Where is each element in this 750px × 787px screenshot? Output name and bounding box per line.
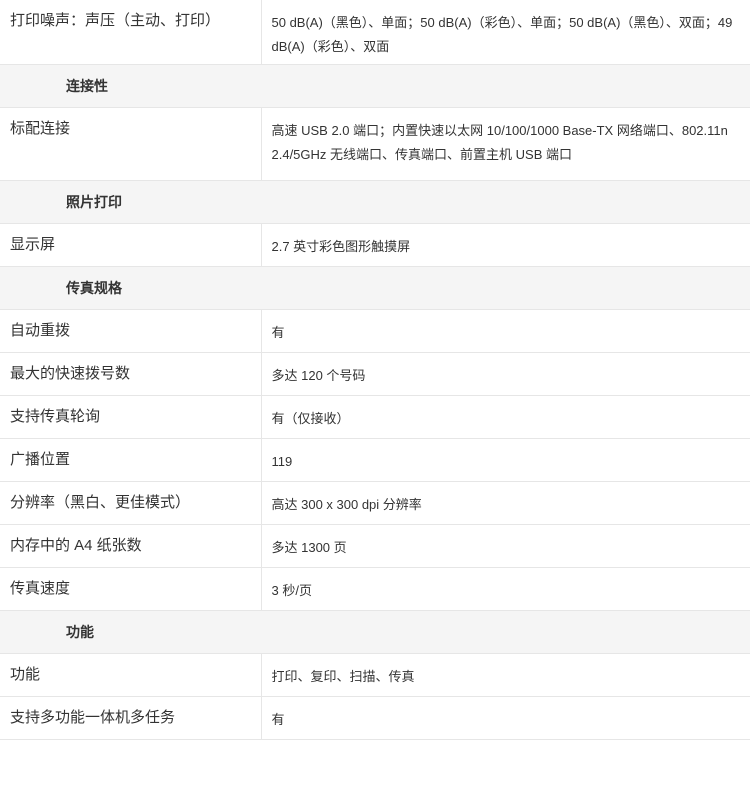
spec-label: 标配连接: [0, 107, 262, 181]
section-title: 功能: [0, 610, 750, 654]
spec-value: 多达 1300 页: [261, 524, 750, 568]
spec-value: 高速 USB 2.0 端口；内置快速以太网 10/100/1000 Base-T…: [261, 107, 750, 181]
spec-row: 内存中的 A4 纸张数 多达 1300 页: [0, 524, 750, 568]
spec-value: 多达 120 个号码: [261, 352, 750, 396]
spec-label: 广播位置: [0, 438, 262, 482]
spec-label: 显示屏: [0, 223, 262, 267]
spec-value: 有: [261, 309, 750, 353]
spec-row: 打印噪声：声压（主动、打印） 50 dB(A)（黑色）、单面；50 dB(A)（彩…: [0, 0, 750, 65]
section-header-row: 照片打印: [0, 180, 750, 224]
spec-label: 最大的快速拨号数: [0, 352, 262, 396]
spec-value: 有: [261, 696, 750, 740]
spec-row: 显示屏 2.7 英寸彩色图形触摸屏: [0, 223, 750, 267]
spec-value: 有（仅接收）: [261, 395, 750, 439]
spec-row: 广播位置 119: [0, 438, 750, 482]
spec-row: 支持多功能一体机多任务有: [0, 696, 750, 740]
spec-label: 内存中的 A4 纸张数: [0, 524, 262, 568]
spec-label: 功能: [0, 653, 262, 697]
spec-label: 支持传真轮询: [0, 395, 262, 439]
spec-value: 2.7 英寸彩色图形触摸屏: [261, 223, 750, 267]
spec-label: 传真速度: [0, 567, 262, 611]
spec-value: 50 dB(A)（黑色）、单面；50 dB(A)（彩色）、单面；50 dB(A)…: [261, 0, 750, 65]
spec-label: 打印噪声：声压（主动、打印）: [0, 0, 262, 65]
spec-label: 分辨率（黑白、更佳模式）: [0, 481, 262, 525]
spec-row: 自动重拨有: [0, 309, 750, 353]
spec-value: 打印、复印、扫描、传真: [261, 653, 750, 697]
section-header-row: 功能: [0, 610, 750, 654]
spec-value: 119: [261, 438, 750, 482]
section-title: 照片打印: [0, 180, 750, 224]
section-header-row: 传真规格: [0, 266, 750, 310]
spec-row: 支持传真轮询 有（仅接收）: [0, 395, 750, 439]
spec-label: 自动重拨: [0, 309, 262, 353]
spec-row: 最大的快速拨号数 多达 120 个号码: [0, 352, 750, 396]
spec-value: 3 秒/页: [261, 567, 750, 611]
section-title: 连接性: [0, 64, 750, 108]
section-header-row: 连接性: [0, 64, 750, 108]
spec-row: 功能 打印、复印、扫描、传真: [0, 653, 750, 697]
section-title: 传真规格: [0, 266, 750, 310]
spec-table: 打印噪声：声压（主动、打印） 50 dB(A)（黑色）、单面；50 dB(A)（彩…: [0, 0, 750, 740]
spec-row: 标配连接 高速 USB 2.0 端口；内置快速以太网 10/100/1000 Ba…: [0, 107, 750, 181]
spec-value: 高达 300 x 300 dpi 分辨率: [261, 481, 750, 525]
spec-row: 传真速度 3 秒/页: [0, 567, 750, 611]
spec-row: 分辨率（黑白、更佳模式） 高达 300 x 300 dpi 分辨率: [0, 481, 750, 525]
spec-table-body: 打印噪声：声压（主动、打印） 50 dB(A)（黑色）、单面；50 dB(A)（彩…: [0, 0, 750, 740]
spec-label: 支持多功能一体机多任务: [0, 696, 262, 740]
